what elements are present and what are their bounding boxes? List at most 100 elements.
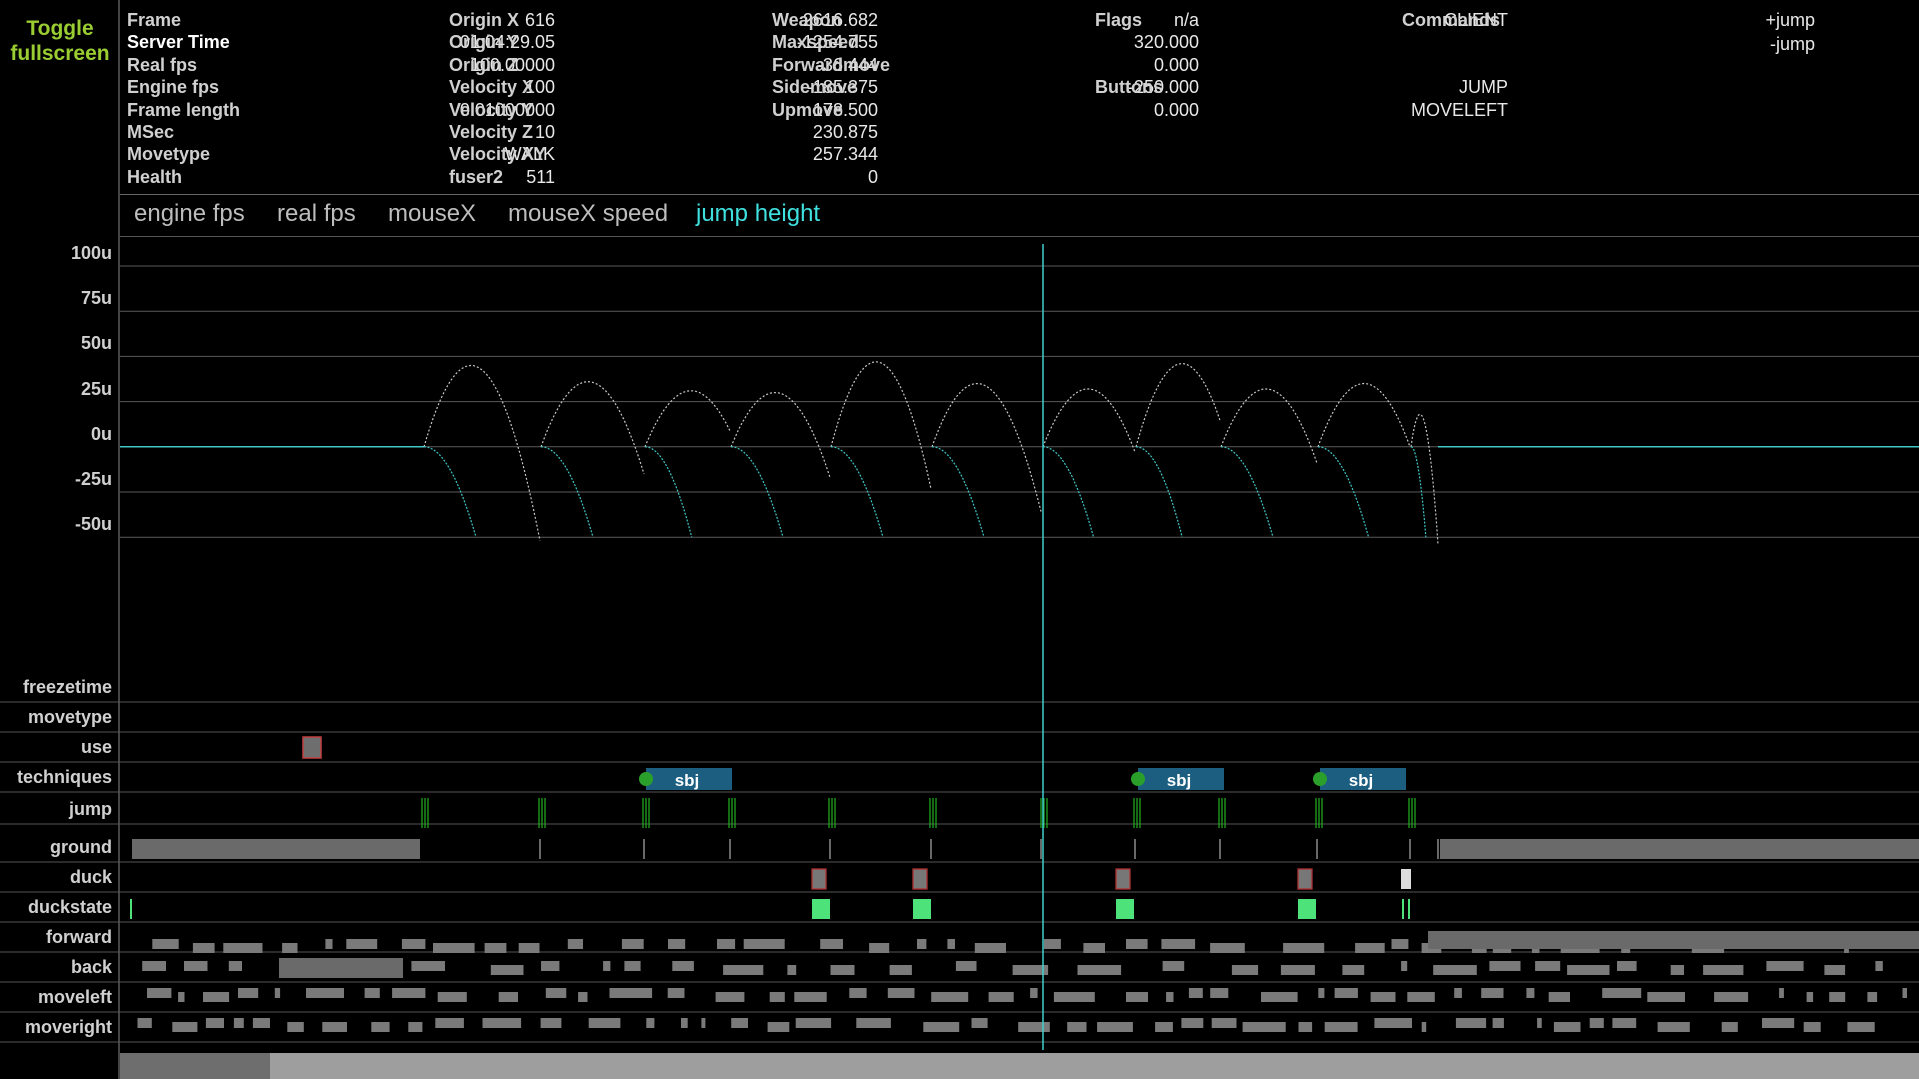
forward-bar <box>567 939 583 949</box>
forward-bar <box>947 939 955 949</box>
forward-bar <box>433 943 475 953</box>
moveleft-bar <box>931 992 969 1002</box>
jump-arc <box>1135 362 1221 447</box>
technique-start-dot <box>1313 772 1327 786</box>
back-bar <box>624 961 641 971</box>
moveright-bar <box>205 1018 224 1028</box>
moveleft-bar <box>1481 988 1504 998</box>
moveright-bar <box>767 1022 790 1032</box>
moveright-bar <box>1242 1022 1286 1032</box>
moveright-bar <box>1097 1022 1133 1032</box>
back-bar <box>1162 961 1185 971</box>
jump-arc <box>1317 382 1411 448</box>
moveleft-bar <box>769 992 785 1002</box>
moveleft-bar <box>545 988 567 998</box>
technique-start-dot <box>1131 772 1145 786</box>
forward-bar <box>223 943 263 953</box>
moveleft-bar <box>988 992 1014 1002</box>
moveleft-bar <box>392 988 426 998</box>
timeline-scrollbar[interactable] <box>120 1053 1919 1079</box>
back-bar <box>723 965 764 975</box>
moveleft-bar <box>274 988 281 998</box>
moveleft-bar <box>1779 988 1784 998</box>
moveright-bar <box>1067 1022 1087 1032</box>
moveleft-bar <box>667 988 685 998</box>
back-bar <box>411 961 445 971</box>
duckstate-block <box>1116 899 1134 919</box>
back-bar <box>1280 965 1315 975</box>
moveleft-bar <box>1370 992 1396 1002</box>
duck-marker <box>1297 868 1313 890</box>
moveleft-bar <box>887 988 915 998</box>
moveright-bar <box>646 1018 655 1028</box>
moveleft-bar <box>364 988 380 998</box>
moveleft-bar <box>1714 992 1749 1002</box>
back-bar <box>490 965 524 975</box>
moveright-bar <box>1155 1022 1173 1032</box>
forward-bar <box>401 939 426 949</box>
back-bar <box>1401 961 1408 971</box>
technique-label: sbj <box>675 771 700 790</box>
back-bar <box>142 961 166 971</box>
moveright-bar <box>1553 1022 1581 1032</box>
back-bar <box>1703 965 1744 975</box>
moveleft-bar <box>1902 988 1907 998</box>
moveleft-bar <box>1867 992 1878 1002</box>
forward-bar <box>717 939 736 949</box>
moveleft-bar <box>1053 992 1095 1002</box>
jump-arc <box>830 361 932 489</box>
moveright-bar <box>435 1018 464 1028</box>
jump-height-graph[interactable]: sbj sbj sbj <box>0 0 1919 1053</box>
moveright-bar <box>172 1022 198 1032</box>
moveleft-bar <box>609 988 653 998</box>
technique-start-dot <box>639 772 653 786</box>
forward-bar <box>325 939 333 949</box>
moveright-bar <box>1721 1022 1738 1032</box>
moveleft-bar <box>849 988 867 998</box>
moveright-bar <box>1324 1022 1358 1032</box>
moveleft-bar <box>1548 992 1570 1002</box>
duckstate-block <box>913 899 931 919</box>
jump-arc <box>1220 388 1318 464</box>
moveright-bar <box>1018 1022 1050 1032</box>
moveleft-bar <box>1261 992 1298 1002</box>
forward-bar <box>484 943 507 953</box>
forward-bar <box>152 939 179 949</box>
moveright-bar <box>252 1018 270 1028</box>
forward-bar <box>974 943 1006 953</box>
back-bar <box>1433 965 1477 975</box>
back-bar <box>1077 965 1122 975</box>
duck-marker <box>811 868 827 890</box>
moveright-bar <box>137 1018 152 1028</box>
moveleft-bar <box>306 988 344 998</box>
timeline-scrollbar-thumb[interactable] <box>120 1053 270 1079</box>
moveright-bar <box>681 1018 688 1028</box>
jump-arc <box>730 391 831 478</box>
back-bar <box>1824 965 1846 975</box>
forward-bar <box>1083 943 1105 953</box>
duck-marker <box>1115 868 1131 890</box>
forward-bar <box>1210 943 1245 953</box>
moveleft-bar <box>1829 992 1846 1002</box>
duck-marker <box>1401 869 1411 889</box>
moveleft-bar <box>1407 992 1435 1002</box>
moveright-bar <box>1298 1022 1313 1032</box>
moveleft-bar <box>178 992 185 1002</box>
moveright-bar <box>1455 1018 1487 1028</box>
moveright-bar <box>482 1018 522 1028</box>
moveright-bar <box>1374 1018 1412 1028</box>
back-bar <box>1617 961 1637 971</box>
moveleft-bar <box>203 992 230 1002</box>
moveleft-bar <box>1647 992 1685 1002</box>
moveright-bar <box>1803 1022 1821 1032</box>
moveright-bar <box>971 1018 988 1028</box>
forward-bar <box>282 943 298 953</box>
moveright-bar <box>1211 1018 1237 1028</box>
forward-bar <box>192 943 215 953</box>
back-bar <box>1766 961 1804 971</box>
moveleft-bar <box>578 992 588 1002</box>
forward-bar <box>1126 939 1148 949</box>
moveright-bar <box>701 1018 706 1028</box>
moveleft-bar <box>1806 992 1814 1002</box>
back-bar <box>830 965 855 975</box>
